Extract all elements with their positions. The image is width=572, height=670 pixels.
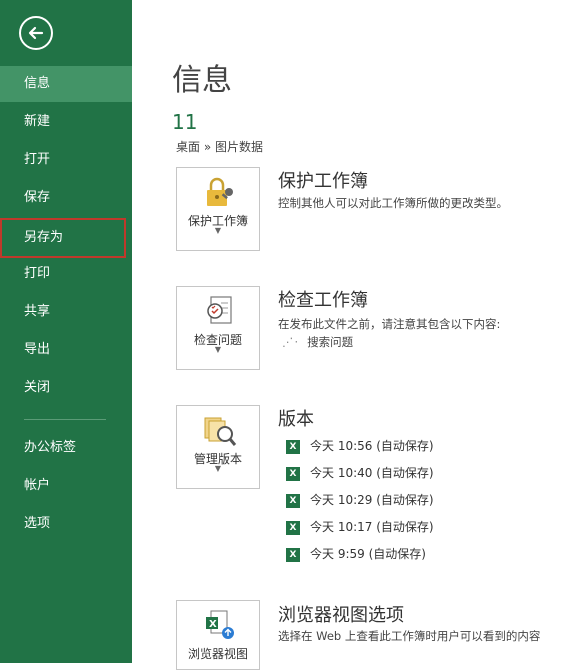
excel-file-icon: X xyxy=(286,547,300,562)
version-item[interactable]: X 今天 10:40 (自动保存) xyxy=(286,465,434,481)
version-item[interactable]: X 今天 10:17 (自动保存) xyxy=(286,519,434,535)
nav-print[interactable]: 打印 xyxy=(0,256,132,292)
file-path[interactable]: 桌面 » 图片数据 xyxy=(176,138,263,155)
searching-status: ⋰· 搜索问题 xyxy=(282,334,353,350)
nav-divider xyxy=(24,419,106,420)
version-item[interactable]: X 今天 10:56 (自动保存) xyxy=(286,438,434,454)
versions-magnifier-icon xyxy=(201,414,237,448)
page-title: 信息 xyxy=(172,63,232,98)
chevron-down-icon: ▼ xyxy=(214,226,222,235)
inspect-desc: 在发布此文件之前，请注意其包含以下内容: xyxy=(278,317,501,331)
nav-save-as[interactable]: 另存为 xyxy=(0,218,126,258)
file-name: 11 xyxy=(172,110,198,134)
nav-close[interactable]: 关闭 xyxy=(0,370,132,406)
nav-save[interactable]: 保存 xyxy=(0,180,132,216)
version-item[interactable]: X 今天 9:59 (自动保存) xyxy=(286,546,426,562)
inspect-document-icon xyxy=(201,295,237,329)
version-label: 今天 9:59 (自动保存) xyxy=(310,547,426,561)
version-label: 今天 10:56 (自动保存) xyxy=(310,439,434,453)
nav-info[interactable]: 信息 xyxy=(0,66,132,102)
lock-key-icon xyxy=(201,176,237,210)
versions-title: 版本 xyxy=(278,409,314,430)
version-label: 今天 10:29 (自动保存) xyxy=(310,493,434,507)
nav-share[interactable]: 共享 xyxy=(0,294,132,330)
nav-account[interactable]: 帐户 xyxy=(0,468,132,504)
excel-web-icon: X xyxy=(201,609,237,643)
nav-office-tab[interactable]: 办公标签 xyxy=(0,430,132,466)
version-item[interactable]: X 今天 10:29 (自动保存) xyxy=(286,492,434,508)
chevron-down-icon: ▼ xyxy=(214,464,222,473)
back-arrow-icon[interactable] xyxy=(19,16,53,50)
svg-text:X: X xyxy=(209,619,217,630)
info-pane: 信息 11 桌面 » 图片数据 保护工作簿 ▼ 保护工作簿 控制其他人可以对此工… xyxy=(132,0,572,670)
spinner-icon: ⋰· xyxy=(282,335,300,349)
tile-label: 浏览器视图 xyxy=(187,647,248,661)
excel-file-icon: X xyxy=(286,439,300,454)
inspect-title: 检查工作簿 xyxy=(278,290,368,311)
nav-options[interactable]: 选项 xyxy=(0,506,132,542)
nav-export[interactable]: 导出 xyxy=(0,332,132,368)
excel-file-icon: X xyxy=(286,493,300,508)
browser-desc: 选择在 Web 上查看此工作簿时用户可以看到的内容 xyxy=(278,629,541,643)
browser-title: 浏览器视图选项 xyxy=(278,605,404,626)
nav-open[interactable]: 打开 xyxy=(0,142,132,178)
browser-view-options-button[interactable]: X 浏览器视图 xyxy=(176,600,260,670)
check-for-issues-button[interactable]: 检查问题 ▼ xyxy=(176,286,260,370)
protect-title: 保护工作簿 xyxy=(278,171,368,192)
chevron-down-icon: ▼ xyxy=(214,345,222,354)
version-label: 今天 10:17 (自动保存) xyxy=(310,520,434,534)
backstage-sidebar: 信息 新建 打开 保存 另存为 打印 共享 导出 关闭 办公标签 帐户 选项 xyxy=(0,0,132,663)
excel-file-icon: X xyxy=(286,466,300,481)
searching-label: 搜索问题 xyxy=(307,335,354,349)
version-label: 今天 10:40 (自动保存) xyxy=(310,466,434,480)
nav-new[interactable]: 新建 xyxy=(0,104,132,140)
protect-workbook-button[interactable]: 保护工作簿 ▼ xyxy=(176,167,260,251)
protect-desc: 控制其他人可以对此工作簿所做的更改类型。 xyxy=(278,196,508,210)
manage-versions-button[interactable]: 管理版本 ▼ xyxy=(176,405,260,489)
excel-file-icon: X xyxy=(286,520,300,535)
